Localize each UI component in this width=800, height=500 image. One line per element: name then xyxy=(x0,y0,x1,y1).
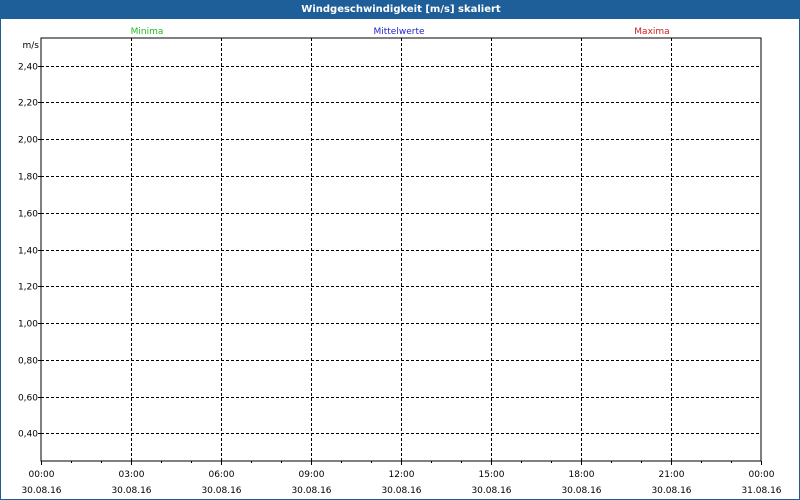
y-tick-label: 2,20 xyxy=(18,99,38,109)
x-tick-time-label: 00:00 xyxy=(29,470,55,480)
legend-maxima: Maxima xyxy=(634,27,669,37)
legend-minima: Minima xyxy=(131,27,164,37)
y-axis-label: m/s xyxy=(23,41,40,51)
x-tick-time-label: 03:00 xyxy=(119,470,145,480)
y-tick-label: 0,40 xyxy=(18,430,38,440)
x-tick-date-label: 30.08.16 xyxy=(21,486,61,496)
x-tick-date-label: 30.08.16 xyxy=(561,486,601,496)
x-tick-time-label: 21:00 xyxy=(659,470,685,480)
x-tick-date-label: 30.08.16 xyxy=(111,486,151,496)
y-tick-label: 2,40 xyxy=(18,63,38,73)
y-tick-label: 1,00 xyxy=(18,320,38,330)
y-tick-label: 1,80 xyxy=(18,173,38,183)
x-tick-time-label: 12:00 xyxy=(389,470,415,480)
x-tick-time-label: 06:00 xyxy=(209,470,235,480)
y-tick-label: 1,20 xyxy=(18,283,38,293)
chart-window: Windgeschwindigkeit [m/s] skaliert 2,40 2… xyxy=(0,0,800,500)
y-tick-label: 1,40 xyxy=(18,247,38,257)
x-tick-time-label: 00:00 xyxy=(749,470,775,480)
x-tick-time-label: 09:00 xyxy=(299,470,325,480)
x-tick-time-label: 15:00 xyxy=(479,470,505,480)
x-tick-time-label: 18:00 xyxy=(569,470,595,480)
x-tick-date-label: 30.08.16 xyxy=(471,486,511,496)
y-tick-label: 1,60 xyxy=(18,210,38,220)
x-tick-date-label: 30.08.16 xyxy=(201,486,241,496)
wind-speed-chart: 2,40 2,20 2,00 1,80 1,60 1,40 1,20 1,00 0,80 0,60… xyxy=(18,27,782,496)
y-tick-label: 2,00 xyxy=(18,136,38,146)
x-tick-date-label: 30.08.16 xyxy=(291,486,331,496)
y-tick-label: 0,80 xyxy=(18,357,38,367)
legend-mittelwerte: Mittelwerte xyxy=(373,27,424,37)
y-tick-label: 0,60 xyxy=(18,394,38,404)
x-tick-date-label: 30.08.16 xyxy=(651,486,691,496)
x-tick-date-label: 30.08.16 xyxy=(381,486,421,496)
x-tick-date-label: 31.08.16 xyxy=(741,486,781,496)
